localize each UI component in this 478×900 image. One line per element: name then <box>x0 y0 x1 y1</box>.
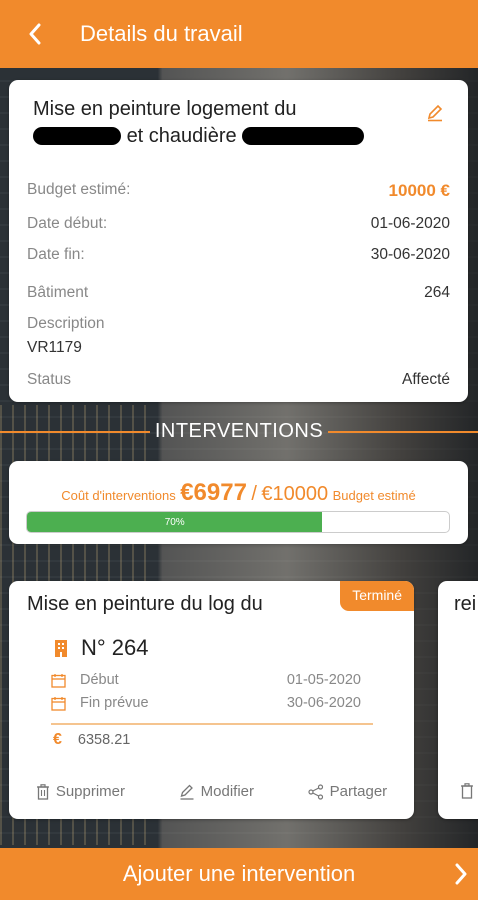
building-value: 264 <box>424 284 450 301</box>
progress-fill: 70% <box>27 512 323 532</box>
chevron-right-icon <box>455 863 467 885</box>
job-title-line2: et chaudière <box>126 125 237 147</box>
redacted-block <box>242 127 365 145</box>
intervention-number: N° 264 <box>53 635 149 661</box>
intervention-amount: € 6358.21 <box>53 731 130 749</box>
cost-label: Coût d'interventions <box>61 488 176 503</box>
section-divider: INTERVENTIONS <box>0 420 478 442</box>
delete-button[interactable]: Supprimer <box>36 783 125 800</box>
section-title: INTERVENTIONS <box>154 420 324 442</box>
intervention-start-row: Début 01-05-2020 <box>51 672 361 688</box>
delete-button-next[interactable] <box>460 783 474 804</box>
intervention-card-next[interactable]: rei <box>438 581 478 819</box>
start-date-value: 01-06-2020 <box>370 215 450 232</box>
app-bar: Details du travail <box>0 0 478 68</box>
building-label: Bâtiment <box>27 284 89 301</box>
trash-icon <box>461 783 473 799</box>
job-title: Mise en peinture logement du et chaudièr… <box>33 96 423 150</box>
budget-row: Budget estimé: 10000 € <box>27 181 450 201</box>
end-date-value: 30-06-2020 <box>370 246 450 263</box>
euro-icon: € <box>53 731 62 748</box>
chevron-left-icon <box>29 23 41 45</box>
page-title: Details du travail <box>80 21 243 46</box>
description-label: Description <box>27 315 105 332</box>
status-row: Status Affecté <box>27 371 450 389</box>
intervention-title-next: rei <box>454 593 477 615</box>
intervention-end-row: Fin prévue 30-06-2020 <box>51 695 361 711</box>
end-date-row: Date fin: 30-06-2020 <box>27 246 450 264</box>
trash-icon <box>36 783 49 800</box>
job-title-line1: Mise en peinture logement du <box>33 98 297 120</box>
intervention-start-value: 01-05-2020 <box>286 672 361 688</box>
intervention-start-label: Début <box>80 672 119 688</box>
back-button[interactable] <box>20 19 50 49</box>
intervention-card[interactable]: Mise en peinture du log du Terminé N° 26… <box>9 581 414 819</box>
building-icon <box>55 640 67 657</box>
progress-bar: 70% <box>26 511 450 533</box>
edit-label: Modifier <box>200 783 254 800</box>
calendar-icon <box>51 673 66 688</box>
start-date-row: Date début: 01-06-2020 <box>27 215 450 233</box>
status-value: Affecté <box>402 371 450 388</box>
pencil-icon <box>180 784 194 800</box>
status-badge: Terminé <box>340 581 414 611</box>
cost-amount: €6977 <box>180 479 247 506</box>
add-intervention-button[interactable]: Ajouter une intervention <box>0 848 478 900</box>
intervention-actions: Supprimer Modifier Partager <box>9 783 414 800</box>
end-date-label: Date fin: <box>27 246 85 263</box>
share-button[interactable]: Partager <box>308 783 388 800</box>
budget-value: 10000 € <box>388 181 450 200</box>
edit-button[interactable]: Modifier <box>179 783 254 800</box>
pencil-icon <box>427 104 443 122</box>
cost-summary: Coût d'interventions €6977 / €10000 Budg… <box>9 479 468 507</box>
share-icon <box>308 783 323 800</box>
intervention-number-text: N° 264 <box>81 635 149 660</box>
cost-separator: / <box>251 483 257 505</box>
intervention-end-value: 30-06-2020 <box>286 695 361 711</box>
building-row: Bâtiment 264 <box>27 284 450 302</box>
calendar-icon <box>51 696 66 711</box>
cost-card: Coût d'interventions €6977 / €10000 Budg… <box>9 461 468 544</box>
cost-budget: €10000 <box>261 483 329 505</box>
description-row: Description <box>27 315 450 333</box>
description-value: VR1179 <box>27 339 82 356</box>
budget-label: Budget estimé: <box>27 181 131 198</box>
start-date-label: Date début: <box>27 215 108 232</box>
intervention-end-label: Fin prévue <box>80 695 149 711</box>
redacted-block <box>33 127 121 145</box>
delete-label: Supprimer <box>55 783 126 800</box>
job-card: Mise en peinture logement du et chaudièr… <box>9 80 468 402</box>
cost-budget-label: Budget estimé <box>332 488 416 503</box>
share-label: Partager <box>329 783 388 800</box>
edit-job-button[interactable] <box>426 104 444 122</box>
intervention-amount-value: 6358.21 <box>77 732 131 748</box>
status-label: Status <box>27 371 71 388</box>
add-intervention-label: Ajouter une intervention <box>122 861 356 886</box>
intervention-title: Mise en peinture du log du <box>27 593 263 615</box>
intervention-separator <box>51 723 373 725</box>
